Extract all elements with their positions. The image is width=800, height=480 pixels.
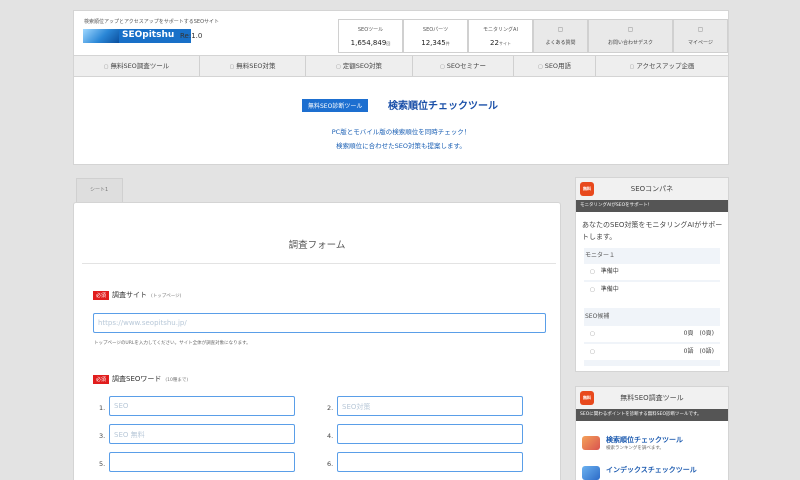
stat-label: SEOパーツ [422,27,449,33]
stat-value: 1,654,849回 [350,39,391,47]
nav-item-free-seo[interactable]: ▢ 無料SEO対策 [200,56,306,76]
nav-item-fixed-seo[interactable]: ▢ 定額SEO対策 [306,56,413,76]
keywords-field-label: 調査SEOワード (10種まで) [112,375,189,383]
keyword-input-2[interactable]: SEO対策 [337,396,523,416]
nav-item-access-up[interactable]: ▢ アクセスアップ企画 [596,56,728,76]
doc-icon: ▢ [335,64,341,70]
hero-line-1: PC版とモバイル版の検索順位を同時チェック！ [331,128,471,136]
monitor-row: ▢ 準備中 [584,264,720,280]
keyword-input-5[interactable] [109,452,295,472]
keyword-number: 4. [327,432,334,440]
nav-item-seo-glossary[interactable]: ▢ SEO用語 [514,56,596,76]
keyword-input-6[interactable] [337,452,523,472]
seo-candidate-label: SEO候補 [585,313,610,320]
tool-name: 検索順位チェックツール [606,436,683,444]
doc-icon: ▢ [590,349,595,355]
tool-rank-check[interactable]: 検索順位チェックツール 検索ランキングを調べます。 [582,433,724,459]
faq-icon: ▢ [557,26,564,33]
required-badge: 必須 [93,375,110,384]
logo-mark [83,29,119,43]
monitor-label: モニター１ [585,252,616,259]
stat-seo-parts: SEOパーツ 12,345件 [403,19,468,53]
index-check-icon [582,466,600,480]
doc-icon: ▢ [590,287,595,293]
nav-item-free-seo-tools[interactable]: ▢ 無料SEO調査ツール [74,56,200,76]
site-url-input[interactable]: https://www.seopitshu.jp/ [93,313,546,333]
doc-icon: ▢ [229,64,235,70]
contact-button[interactable]: ▢ お問い合わせデスク [588,19,673,53]
logo-text: SEOpitshu [122,30,175,40]
monitor-row: ▢ 準備中 [584,282,720,298]
site-field-label: 調査サイト (トップページ) [112,291,182,299]
stat-monitoring-ai: モニタリングAI 22サイト [468,19,533,53]
widget-title: 無料SEO調査ツール [576,387,728,409]
required-badge: 必須 [93,291,110,300]
stat-label: SEOツール [357,27,384,33]
divider [82,263,556,264]
keyword-input-3[interactable]: SEO 無料 [109,424,295,444]
widget-description: あなたのSEO対策をモニタリングAIがサポートします。 [582,221,723,241]
mypage-button[interactable]: ▢ マイページ [673,19,728,53]
keyword-input-1[interactable]: SEO [109,396,295,416]
faq-button[interactable]: ▢ よくある質問 [533,19,588,53]
nav-item-seo-seminar[interactable]: ▢ SEOセミナー [413,56,514,76]
doc-icon: ▢ [590,331,595,337]
stat-value: 12,345件 [421,39,450,47]
keyword-input-4[interactable] [337,424,523,444]
doc-icon: ▢ [439,64,445,70]
free-badge-icon: 無料 [580,391,594,405]
hero-badge: 無料SEO診断ツール [302,99,369,112]
widget-subtitle: SEOに関わるポイントを診断する無料SEO診断ツールです。 [576,409,728,421]
site-version: Re:1.0 [180,32,203,40]
tool-index-check[interactable]: インデックスチェックツール [582,463,724,480]
widget-subtitle: モニタリングAIがSEOをサポート! [576,200,728,212]
seo-candidate-row: ▢ 0語 (0語) [584,344,720,360]
stat-seo-tools: SEOツール 1,654,849回 [338,19,403,53]
keyword-number: 5. [99,460,106,468]
tab-sheet-1[interactable]: シート1 [76,178,123,202]
url-hint: トップページのURLを入力してください。サイト全体が調査対象になります。 [94,341,251,346]
site-header: 検索順位アップとアクセスアップをサポートするSEOサイト SEOpitshu R… [73,10,729,165]
free-tools-widget: 無料SEO調査ツール 無料 SEOに関わるポイントを診断する無料SEO診断ツール… [575,386,729,480]
doc-icon: ▢ [629,64,635,70]
stat-value: 22サイト [490,39,511,47]
tool-name: インデックスチェックツール [606,466,697,474]
keyword-number: 6. [327,460,334,468]
tool-desc: 検索ランキングを調べます。 [606,446,664,451]
hero-line-2: 検索順位に合わせたSEO対策も提案します。 [336,142,466,150]
main-nav: ▢ 無料SEO調査ツール ▢ 無料SEO対策 ▢ 定額SEO対策 ▢ SEOセミナー ▢… [74,55,728,77]
widget-title: SEOコンパネ [576,178,728,200]
contact-label: お問い合わせデスク [607,40,653,46]
form-title: 調査フォーム [288,240,346,251]
keyword-number: 1. [99,404,106,412]
keyword-number: 2. [327,404,334,412]
doc-icon: ▢ [103,64,109,70]
seo-candidate-row: ▢ 0頁 (0頁) [584,326,720,342]
site-logo[interactable]: SEOpitshu [83,29,191,43]
doc-icon: ▢ [537,64,543,70]
seo-compane-widget: SEOコンパネ 無料 モニタリングAIがSEOをサポート! あなたのSEO対策を… [575,177,729,372]
mypage-icon: ▢ [697,26,704,33]
rank-check-icon [582,436,600,450]
free-badge-icon: 無料 [580,182,594,196]
hero-title: 検索順位チェックツール [388,101,498,112]
keyword-number: 3. [99,432,106,440]
contact-icon: ▢ [627,26,634,33]
stat-label: モニタリングAI [483,27,518,33]
survey-form-panel: 調査フォーム 必須 調査サイト (トップページ) https://www.seop… [73,202,561,480]
doc-icon: ▢ [590,269,595,275]
site-tagline: 検索順位アップとアクセスアップをサポートするSEOサイト [84,19,220,25]
faq-label: よくある質問 [545,40,576,46]
mypage-label: マイページ [688,40,713,46]
